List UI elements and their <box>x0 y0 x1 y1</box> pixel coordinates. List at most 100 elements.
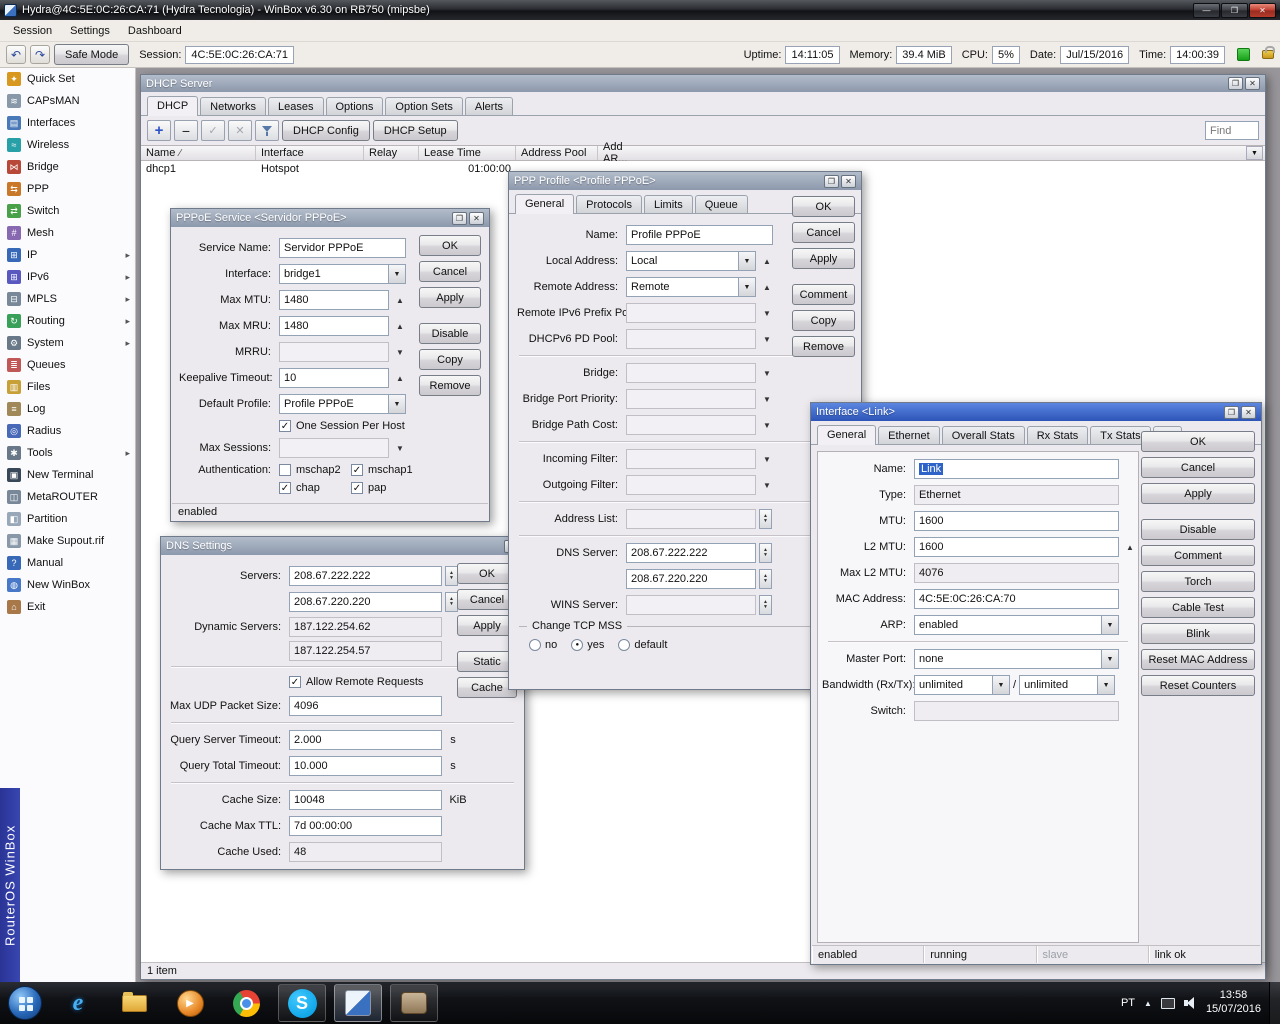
dns-server1-input[interactable]: 208.67.222.222 <box>626 543 756 563</box>
comment-button[interactable]: Comment <box>792 284 855 305</box>
mschap2-checkbox[interactable] <box>279 464 291 476</box>
apply-button[interactable]: Apply <box>419 287 481 308</box>
expand-down-icon[interactable]: ▼ <box>393 444 407 453</box>
window-titlebar[interactable]: Hydra@4C:5E:0C:26:CA:71 (Hydra Tecnologi… <box>0 0 1280 20</box>
sidebar-item-exit[interactable]: ⌂Exit <box>0 596 135 618</box>
collapse-up-icon[interactable]: ▲ <box>760 283 774 292</box>
tab-limits[interactable]: Limits <box>644 195 693 213</box>
sidebar-item-files[interactable]: ▥Files <box>0 376 135 398</box>
disable-button[interactable]: Disable <box>1141 519 1255 540</box>
remove-button[interactable]: Remove <box>792 336 855 357</box>
sidebar-item-queues[interactable]: ≣Queues <box>0 354 135 376</box>
outgoing-filter-input[interactable] <box>626 475 756 495</box>
pap-checkbox[interactable]: ✓ <box>351 482 363 494</box>
sidebar-item-interfaces[interactable]: ▤Interfaces <box>0 112 135 134</box>
dhcp-setup-button[interactable]: DHCP Setup <box>373 120 458 141</box>
collapse-up-icon[interactable]: ▲ <box>393 296 407 305</box>
cable-test-button[interactable]: Cable Test <box>1141 597 1255 618</box>
restore-button[interactable]: ❐ <box>452 212 467 225</box>
spinner-icon[interactable]: ▲▼ <box>759 509 772 529</box>
dns-server1-input[interactable]: 208.67.222.222 <box>289 566 442 586</box>
column-add-arp[interactable]: Add AR... <box>598 146 648 160</box>
dns-server2-input[interactable]: 208.67.220.220 <box>626 569 756 589</box>
expand-down-icon[interactable]: ▼ <box>760 395 774 404</box>
bridge-port-priority-input[interactable] <box>626 389 756 409</box>
tab-option-sets[interactable]: Option Sets <box>385 97 462 115</box>
interface-name-input[interactable]: Link <box>914 459 1119 479</box>
taskbar-chrome-icon[interactable] <box>222 984 270 1022</box>
chevron-down-icon[interactable]: ▼ <box>1102 649 1119 669</box>
max-sessions-input[interactable] <box>279 438 389 458</box>
chevron-down-icon[interactable]: ▼ <box>993 675 1010 695</box>
sidebar-item-log[interactable]: ≡Log <box>0 398 135 420</box>
profile-name-input[interactable]: Profile PPPoE <box>626 225 773 245</box>
sidebar-item-wireless[interactable]: ≈Wireless <box>0 134 135 156</box>
sidebar-item-mesh[interactable]: #Mesh <box>0 222 135 244</box>
collapse-up-icon[interactable]: ▲ <box>393 322 407 331</box>
sidebar-item-ip[interactable]: ⊞IP▸ <box>0 244 135 266</box>
apply-button[interactable]: Apply <box>792 248 855 269</box>
sidebar-item-bridge[interactable]: ⋈Bridge <box>0 156 135 178</box>
ok-button[interactable]: OK <box>792 196 855 217</box>
copy-button[interactable]: Copy <box>419 349 481 370</box>
start-button[interactable] <box>8 986 42 1020</box>
language-indicator[interactable]: PT <box>1121 997 1135 1009</box>
mrru-input[interactable] <box>279 342 389 362</box>
service-name-input[interactable]: Servidor PPPoE <box>279 238 406 258</box>
mss-yes-radio[interactable]: ● <box>571 639 583 651</box>
chevron-down-icon[interactable]: ▼ <box>389 264 406 284</box>
chevron-down-icon[interactable]: ▼ <box>1102 615 1119 635</box>
tab-alerts[interactable]: Alerts <box>465 97 513 115</box>
master-port-select[interactable]: none <box>914 649 1102 669</box>
nav-forward-icon[interactable]: ↷ <box>30 45 50 64</box>
torch-button[interactable]: Torch <box>1141 571 1255 592</box>
ok-button[interactable]: OK <box>1141 431 1255 452</box>
spinner-icon[interactable]: ▲▼ <box>759 543 772 563</box>
collapse-up-icon[interactable]: ▲ <box>1123 543 1137 552</box>
expand-down-icon[interactable]: ▼ <box>760 335 774 344</box>
add-button[interactable]: + <box>147 120 171 141</box>
menu-session[interactable]: Session <box>4 22 61 40</box>
chevron-down-icon[interactable]: ▼ <box>389 394 406 414</box>
show-desktop-button[interactable] <box>1269 982 1280 1024</box>
apply-button[interactable]: Apply <box>1141 483 1255 504</box>
dns-dialog-titlebar[interactable]: DNS Settings ❐ <box>161 537 524 555</box>
sidebar-item-quick-set[interactable]: ✦Quick Set <box>0 68 135 90</box>
remote-address-select[interactable]: Remote <box>626 277 739 297</box>
chevron-down-icon[interactable]: ▼ <box>739 277 756 297</box>
chap-checkbox[interactable]: ✓ <box>279 482 291 494</box>
dhcp-window-titlebar[interactable]: DHCP Server ❐ ✕ <box>141 75 1265 92</box>
minimize-button[interactable]: — <box>1193 3 1220 18</box>
cancel-button[interactable]: Cancel <box>419 261 481 282</box>
expand-down-icon[interactable]: ▼ <box>760 455 774 464</box>
l2mtu-input[interactable]: 1600 <box>914 537 1119 557</box>
taskbar-winbox-icon[interactable] <box>334 984 382 1022</box>
sidebar-item-new-terminal[interactable]: ▣New Terminal <box>0 464 135 486</box>
local-address-select[interactable]: Local <box>626 251 739 271</box>
column-lease-time[interactable]: Lease Time <box>419 146 516 160</box>
tab-dhcp[interactable]: DHCP <box>147 96 198 116</box>
expand-down-icon[interactable]: ▼ <box>760 421 774 430</box>
sidebar-item-make-supout[interactable]: ▦Make Supout.rif <box>0 530 135 552</box>
nav-back-icon[interactable]: ↶ <box>6 45 26 64</box>
sidebar-item-tools[interactable]: ✱Tools▸ <box>0 442 135 464</box>
sidebar-item-partition[interactable]: ◧Partition <box>0 508 135 530</box>
collapse-up-icon[interactable]: ▲ <box>760 257 774 266</box>
tab-overall-stats[interactable]: Overall Stats <box>942 426 1025 444</box>
bridge-input[interactable] <box>626 363 756 383</box>
dhcp-config-button[interactable]: DHCP Config <box>282 120 370 141</box>
enable-button[interactable]: ✓ <box>201 120 225 141</box>
hidden-icons-arrow[interactable]: ▲ <box>1144 999 1152 1008</box>
arp-select[interactable]: enabled <box>914 615 1102 635</box>
dhcpv6-pd-pool-input[interactable] <box>626 329 756 349</box>
cache-size-input[interactable]: 10048 <box>289 790 442 810</box>
restore-button[interactable]: ❐ <box>1228 77 1243 90</box>
expand-down-icon[interactable]: ▼ <box>393 348 407 357</box>
mtu-input[interactable]: 1600 <box>914 511 1119 531</box>
sidebar-item-routing[interactable]: ↻Routing▸ <box>0 310 135 332</box>
dns-server2-input[interactable]: 208.67.220.220 <box>289 592 442 612</box>
expand-down-icon[interactable]: ▼ <box>760 481 774 490</box>
spinner-icon[interactable]: ▲▼ <box>759 569 772 589</box>
sidebar-item-metarouter[interactable]: ◫MetaROUTER <box>0 486 135 508</box>
tab-protocols[interactable]: Protocols <box>576 195 642 213</box>
